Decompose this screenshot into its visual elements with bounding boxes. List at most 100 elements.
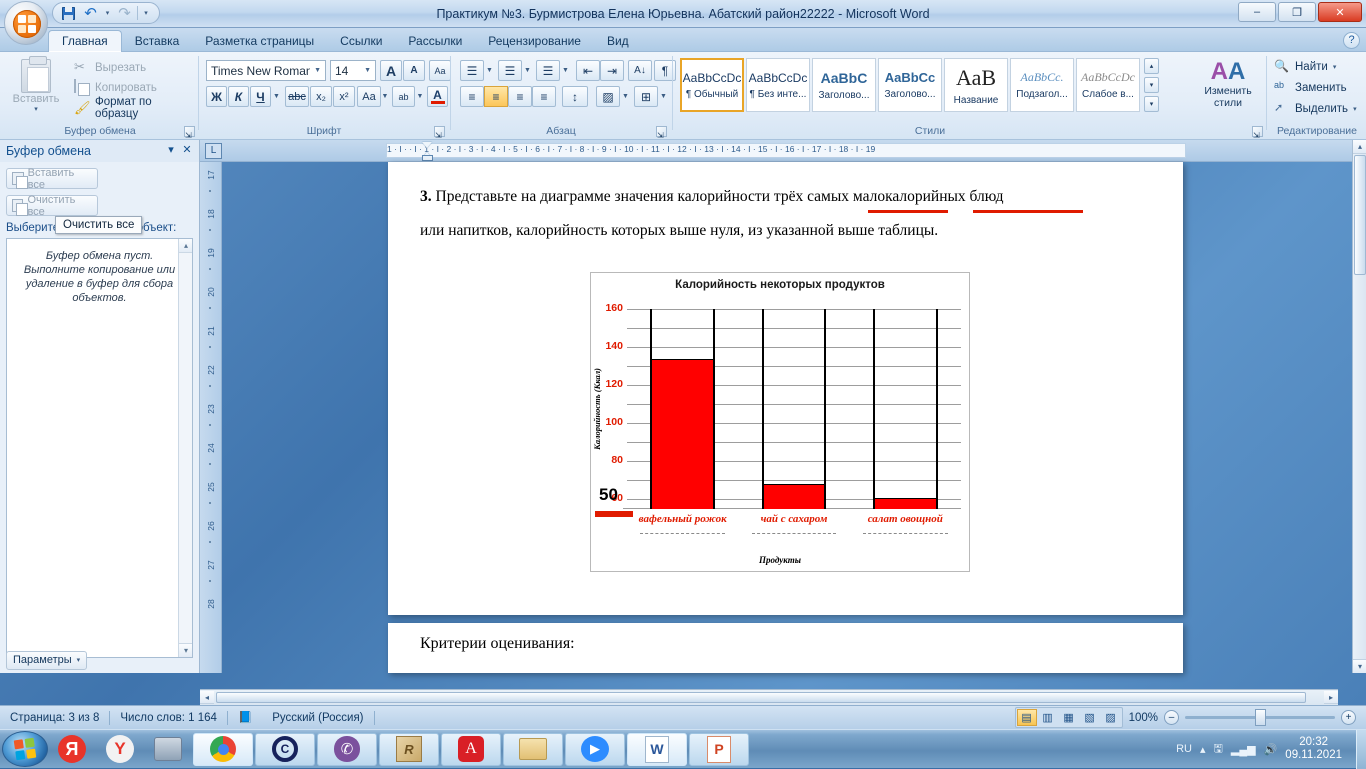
undo-button[interactable]: ↶: [81, 4, 100, 22]
clipboard-options-button[interactable]: Параметры ▾: [6, 650, 88, 670]
bullets-button[interactable]: ☰: [460, 60, 484, 81]
clear-formatting-button[interactable]: Aa: [429, 60, 451, 81]
help-button[interactable]: ?: [1343, 32, 1360, 49]
align-right-button[interactable]: ≡: [508, 86, 532, 107]
clipboard-dialog-launcher[interactable]: [184, 126, 195, 137]
tab-page-layout[interactable]: Разметка страницы: [192, 31, 327, 52]
scroll-up-icon[interactable]: ▴: [179, 239, 192, 253]
style-subtle-emphasis[interactable]: AaBbCcDc Слабое в...: [1076, 58, 1140, 112]
taskbar-printer[interactable]: [144, 731, 192, 767]
full-screen-reading-button[interactable]: ▥: [1038, 709, 1058, 726]
print-layout-view-button[interactable]: ▤: [1016, 709, 1037, 726]
proofing-status-icon[interactable]: 📘: [228, 709, 262, 727]
numbering-button[interactable]: ☰: [498, 60, 522, 81]
tab-review[interactable]: Рецензирование: [475, 31, 594, 52]
scroll-up-icon[interactable]: ▴: [1353, 140, 1366, 154]
change-case-button[interactable]: Aa: [357, 86, 381, 107]
scroll-down-icon[interactable]: ▾: [1353, 659, 1366, 673]
change-case-dropdown[interactable]: ▼: [380, 86, 390, 107]
cut-button[interactable]: ✂ Вырезать: [74, 59, 146, 77]
styles-scroll-down[interactable]: ▾: [1144, 77, 1159, 93]
scroll-left-icon[interactable]: ◂: [200, 691, 214, 704]
copy-button[interactable]: Копировать: [74, 79, 157, 97]
superscript-button[interactable]: x²: [333, 86, 355, 107]
select-button[interactable]: ➚ Выделить ▾: [1274, 100, 1357, 118]
undo-dropdown[interactable]: ▾: [103, 4, 112, 22]
close-button[interactable]: ✕: [1318, 2, 1362, 22]
taskbar-folder[interactable]: [503, 732, 563, 766]
paste-button[interactable]: Вставить ▾: [8, 56, 64, 113]
safely-remove-icon[interactable]: 🖫: [1214, 740, 1223, 759]
scroll-right-icon[interactable]: ▸: [1324, 691, 1338, 704]
strikethrough-button[interactable]: abc: [285, 86, 309, 107]
document-horizontal-scrollbar[interactable]: ◂ ▸: [200, 689, 1338, 705]
task-pane-menu-button[interactable]: ▾: [163, 143, 179, 159]
office-button[interactable]: [4, 1, 48, 45]
italic-button[interactable]: К: [228, 86, 249, 107]
style-heading-2[interactable]: AaBbCc Заголово...: [878, 58, 942, 112]
chart-bar[interactable]: [873, 497, 938, 509]
taskbar-adobe-reader[interactable]: A: [441, 732, 501, 766]
styles-more-button[interactable]: ▾: [1144, 96, 1159, 112]
grow-font-button[interactable]: A: [380, 60, 402, 81]
multilevel-dropdown[interactable]: ▼: [560, 60, 571, 81]
network-icon[interactable]: ▂▄▆: [1231, 743, 1256, 756]
underline-button[interactable]: Ч: [250, 86, 271, 107]
clock[interactable]: 20:32 09.11.2021: [1285, 736, 1342, 762]
left-indent-marker[interactable]: [422, 155, 433, 161]
chart-bar[interactable]: [761, 484, 827, 509]
change-styles-button[interactable]: AA Изменить стили: [1194, 59, 1262, 110]
line-spacing-button[interactable]: ↕: [562, 86, 588, 107]
highlight-dropdown[interactable]: ▼: [415, 86, 425, 107]
text-highlight-button[interactable]: ab: [392, 86, 415, 107]
vertical-scroll-thumb[interactable]: [1354, 155, 1366, 275]
tab-mailings[interactable]: Рассылки: [395, 31, 475, 52]
tab-home[interactable]: Главная: [48, 30, 122, 52]
horizontal-ruler[interactable]: L 1 · I · · I · 1 · I · 2 · I · 3 · I · …: [200, 140, 1352, 162]
styles-scroll-up[interactable]: ▴: [1144, 58, 1159, 74]
save-button[interactable]: [59, 4, 78, 22]
style-normal[interactable]: AaBbCcDc ¶ Обычный: [680, 58, 744, 112]
bold-button[interactable]: Ж: [206, 86, 227, 107]
style-title[interactable]: АаВ Название: [944, 58, 1008, 112]
shading-button[interactable]: ▨: [596, 86, 620, 107]
document-vertical-scrollbar[interactable]: ▴ ▾: [1352, 140, 1366, 673]
chart-bar[interactable]: [650, 358, 715, 509]
taskbar-zoom[interactable]: ▶: [565, 732, 625, 766]
format-painter-button[interactable]: 🖌 Формат по образцу: [74, 96, 198, 120]
tab-view[interactable]: Вид: [594, 31, 642, 52]
numbering-dropdown[interactable]: ▼: [522, 60, 533, 81]
customize-qat-button[interactable]: ▾: [141, 4, 151, 22]
document-page[interactable]: 3. Представьте на диаграмме значения кал…: [388, 162, 1183, 615]
outline-view-button[interactable]: ▧: [1080, 709, 1100, 726]
increase-indent-button[interactable]: ⇥: [600, 60, 624, 81]
tab-insert[interactable]: Вставка: [122, 31, 193, 52]
replace-button[interactable]: ab Заменить: [1274, 79, 1347, 97]
paste-all-button[interactable]: Вставить все: [6, 167, 98, 191]
taskbar-yandex[interactable]: Я: [48, 731, 96, 767]
draft-view-button[interactable]: ▨: [1101, 709, 1121, 726]
show-hidden-icons-button[interactable]: ▴: [1200, 743, 1206, 756]
document-page-next[interactable]: Критерии оценивания:: [388, 623, 1183, 673]
taskbar-consultant-plus[interactable]: C: [255, 732, 315, 766]
paragraph-dialog-launcher[interactable]: [656, 126, 667, 137]
justify-button[interactable]: ≡: [532, 86, 556, 107]
subscript-button[interactable]: x₂: [310, 86, 332, 107]
taskbar-chrome[interactable]: [193, 732, 253, 766]
style-heading-1[interactable]: AaBbC Заголово...: [812, 58, 876, 112]
minimize-button[interactable]: –: [1238, 2, 1276, 22]
zoom-slider[interactable]: [1185, 709, 1335, 726]
zoom-slider-thumb[interactable]: [1255, 709, 1266, 726]
clear-all-button[interactable]: Очистить все: [6, 194, 98, 218]
tab-references[interactable]: Ссылки: [327, 31, 395, 52]
borders-button[interactable]: ⊞: [634, 86, 658, 107]
volume-icon[interactable]: 🔊: [1264, 743, 1278, 756]
taskbar-powerpoint[interactable]: P: [689, 732, 749, 766]
decrease-indent-button[interactable]: ⇤: [576, 60, 600, 81]
clipboard-list-scrollbar[interactable]: ▴ ▾: [178, 239, 192, 657]
style-subtitle[interactable]: AaBbCc. Подзагол...: [1010, 58, 1074, 112]
redo-button[interactable]: ↷: [115, 4, 134, 22]
zoom-in-button[interactable]: +: [1341, 710, 1356, 725]
borders-dropdown[interactable]: ▼: [658, 86, 669, 107]
shading-dropdown[interactable]: ▼: [620, 86, 631, 107]
